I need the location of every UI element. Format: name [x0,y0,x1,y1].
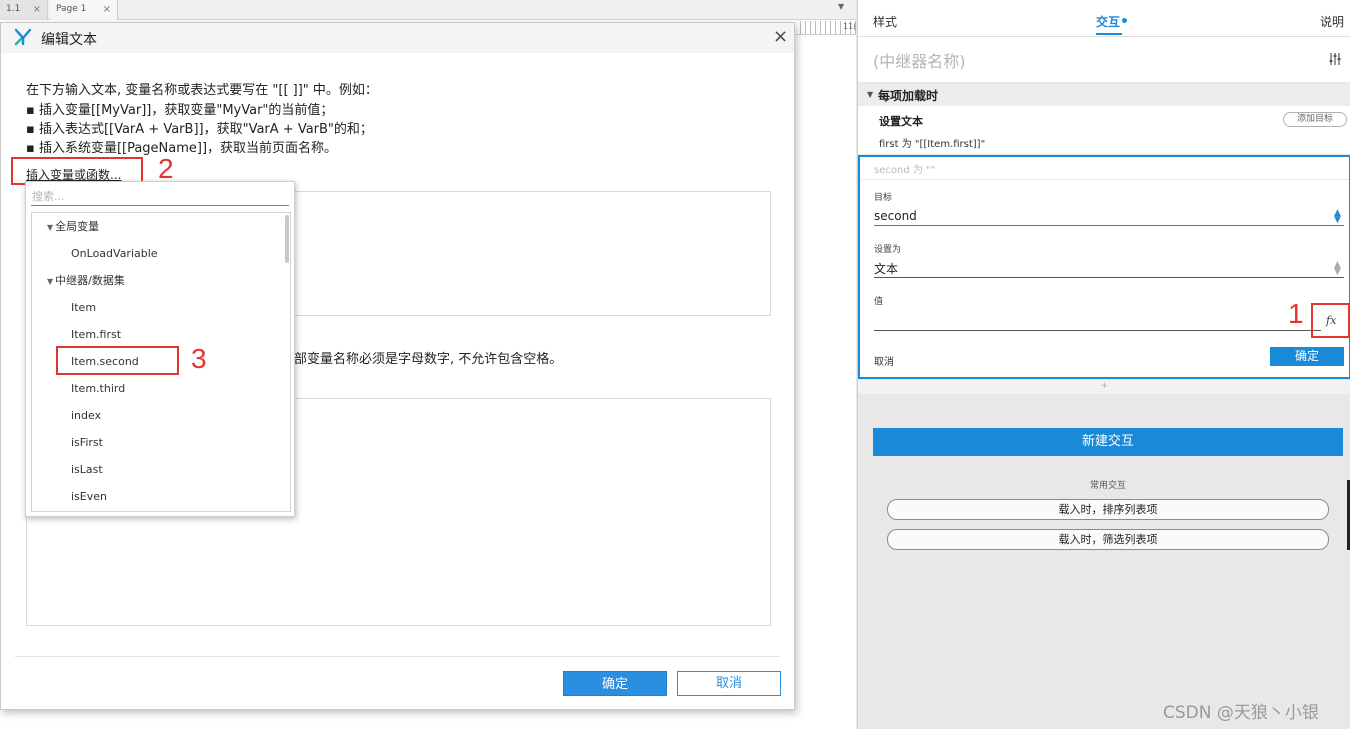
doc-tab-page-1[interactable]: Page 1 × [50,0,118,20]
add-action-handle[interactable]: + [858,380,1350,394]
tree-item[interactable]: isLast [32,456,282,483]
tree-item[interactable]: Item [32,294,282,321]
tree-item[interactable]: isEven [32,483,282,510]
axure-logo-icon [14,28,32,46]
action-block: 设置文本 添加目标 first 为 "[[Item.first]]" [858,106,1350,154]
tree-item[interactable]: Item.third [32,375,282,402]
expand-arrow-icon[interactable]: ▼ [47,223,53,232]
cancel-link[interactable]: 取消 [874,353,894,368]
expand-arrow-icon[interactable]: ▼ [47,277,53,286]
document-tabbar: 1.1 × Page 1 × ▼ [0,0,856,20]
close-icon[interactable]: × [773,27,788,47]
interactions-panel: 样式 交互 说明 (中继器名称) ▼ 每项加载时 设置文本 添加目标 first… [857,0,1350,729]
action-target-first[interactable]: first 为 "[[Item.first]]" [879,135,985,150]
divider [15,656,780,657]
target-label: 目标 [874,193,893,203]
target-editor: second 为 "" 目标 second ▲ ▼ 设置为 文本 ▲ ▼ 值 fx … [858,155,1350,379]
local-variable-note: 部变量名称必须是字母数字, 不允许包含空格。 [294,352,563,367]
target-select[interactable]: second [874,209,917,223]
tree-item[interactable]: Item.first [32,321,282,348]
field-underline [874,330,1321,331]
tree-group-label: 中继器/数据集 [55,274,125,287]
dialog-title: 编辑文本 [41,32,97,48]
common-interactions-label: 常用交互 [1089,481,1126,491]
add-target-button[interactable]: 添加目标 [1283,112,1347,127]
doc-tab-label: 1.1 [6,4,21,14]
active-dot-icon [1122,18,1127,23]
tree-item[interactable]: OnLoadVariable [32,240,282,267]
value-label: 值 [874,297,884,307]
widget-name-row: (中继器名称) [858,37,1350,82]
active-tab-indicator [1096,33,1122,35]
instruction-line: 在下方输入文本, 变量名称或表达式要写在 "[[ ]]" 中。例如： [26,83,378,98]
instruction-line: ▪ 插入系统变量[[PageName]]，获取当前页面名称。 [26,141,338,156]
collapse-arrow-icon[interactable]: ▼ [867,90,873,99]
event-title: 每项加载时 [878,89,939,103]
divider [860,179,1349,180]
sliders-icon[interactable] [1328,52,1342,66]
doc-tab-label: Page 1 [56,4,87,14]
select-arrows-icon[interactable]: ▲ ▼ [1334,209,1341,225]
cancel-button[interactable]: 取消 [677,671,781,696]
tree-item[interactable]: index [32,402,282,429]
annotation-box [56,346,179,375]
scrollbar[interactable] [285,215,289,263]
instruction-line: ▪ 插入变量[[MyVar]]，获取变量"MyVar"的当前值； [26,103,334,118]
close-icon[interactable]: × [103,0,111,19]
common-action-button[interactable]: 载入时，筛选列表项 [887,529,1329,550]
ok-button[interactable]: 确定 [1270,347,1344,366]
ruler-number: 11( [843,22,857,31]
tree-group-label: 全局变量 [55,220,100,233]
field-underline [874,225,1344,226]
ok-button[interactable]: 确定 [563,671,667,696]
set-to-label: 设置为 [874,245,902,255]
annotation-number: 3 [191,343,207,374]
tab-style[interactable]: 样式 [873,13,897,30]
tab-notes[interactable]: 说明 [1320,13,1344,30]
search-input[interactable] [31,188,289,206]
doc-tab-1-1[interactable]: 1.1 × [0,0,48,20]
action-title: 设置文本 [879,115,923,128]
select-arrows-icon[interactable]: ▲ ▼ [1334,261,1341,277]
tree-group-global[interactable]: ▼ 全局变量 [32,213,282,240]
tree-group-repeater[interactable]: ▼ 中继器/数据集 [32,267,282,294]
tab-interactions[interactable]: 交互 [1096,13,1120,30]
repeater-name-field[interactable]: (中继器名称) [873,48,966,72]
panel-tabs: 样式 交互 说明 [858,0,1350,37]
target-summary: second 为 "" [874,165,936,176]
common-action-button[interactable]: 载入时，排序列表项 [887,499,1329,520]
tree-item[interactable]: isFirst [32,429,282,456]
field-underline [874,277,1344,278]
dialog-header: 编辑文本 × [1,23,794,53]
tab-list-dropdown-icon[interactable]: ▼ [838,2,844,11]
event-header[interactable]: ▼ 每项加载时 [858,82,1350,106]
instruction-line: ▪ 插入表达式[[VarA + VarB]]，获取"VarA + VarB"的和… [26,122,373,137]
close-icon[interactable]: × [33,0,41,19]
new-interaction-button[interactable]: 新建交互 [873,428,1343,456]
set-to-select[interactable]: 文本 [874,260,898,277]
watermark: CSDN @天狼丶小银 [1163,703,1319,723]
annotation-box [1311,303,1350,338]
annotation-number: 1 [1288,298,1304,329]
